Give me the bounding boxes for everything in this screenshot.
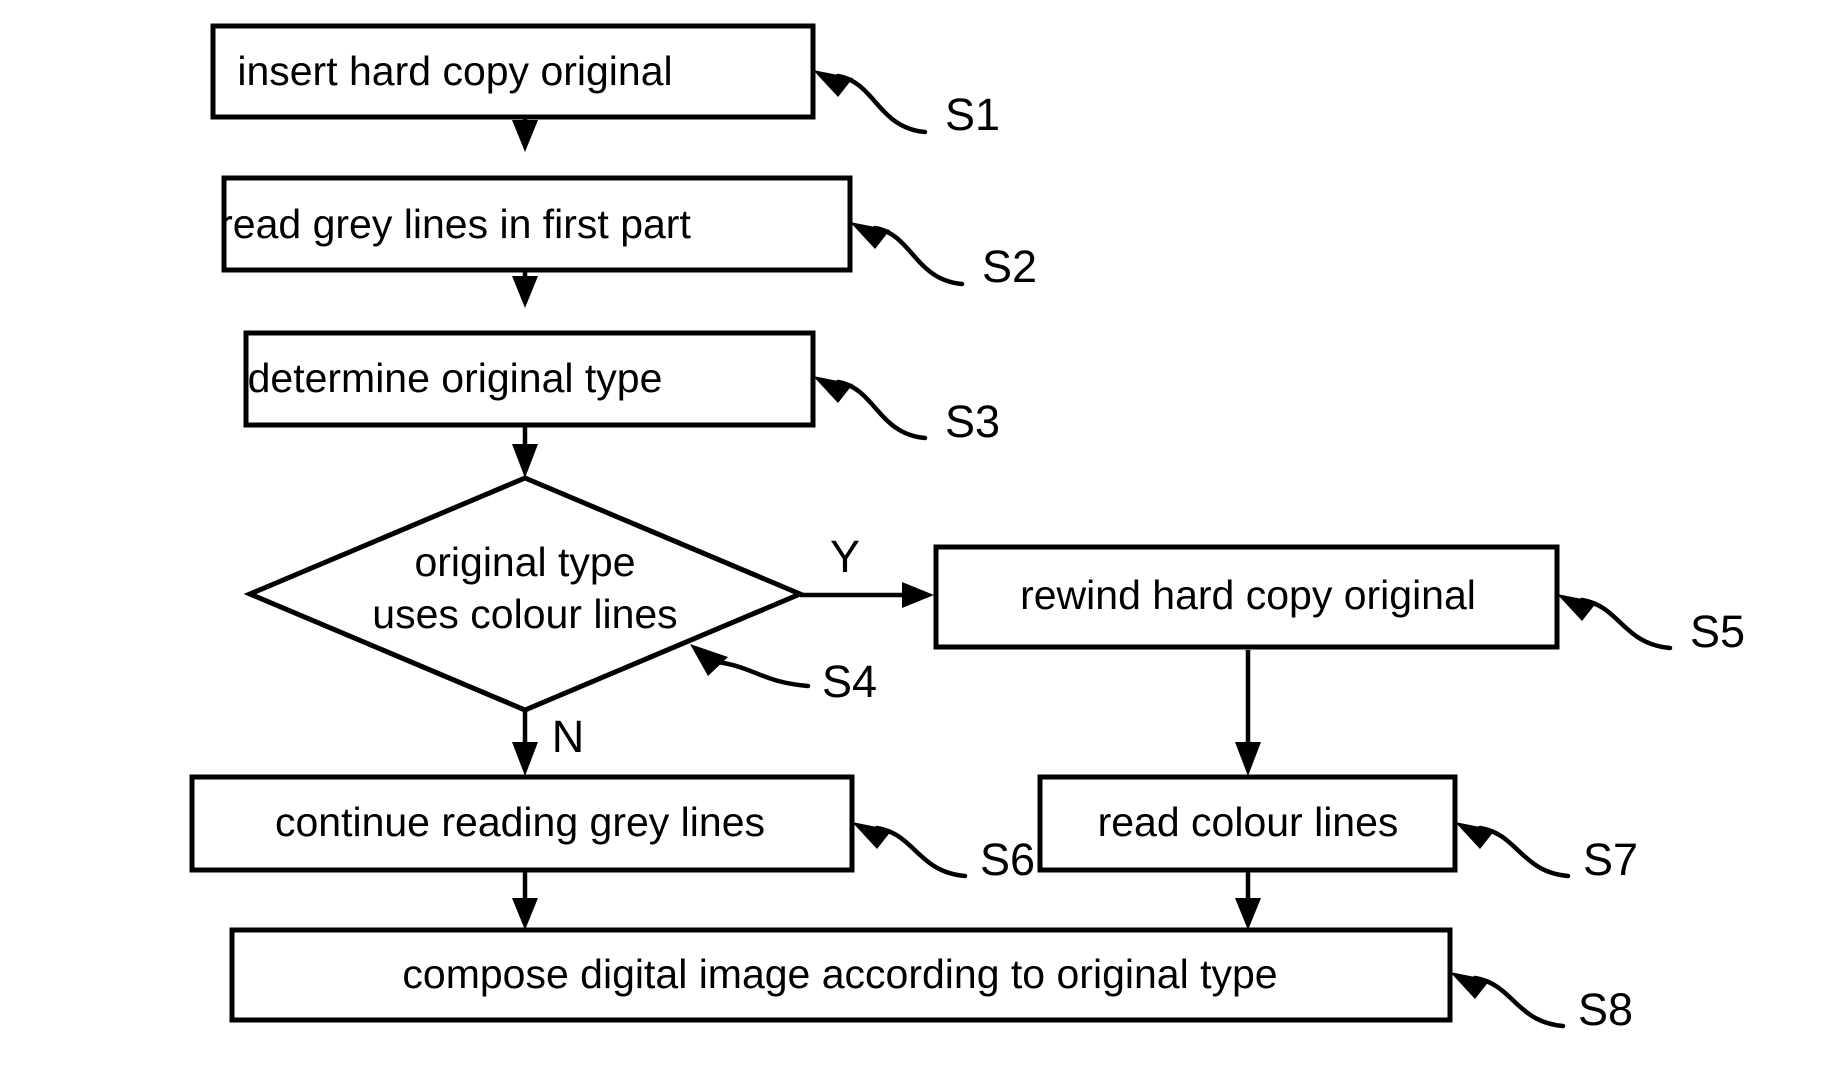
edge-s6-s8: [512, 870, 538, 930]
leader-s8: S8: [1450, 972, 1633, 1035]
flowchart-canvas: insert hard copy original read grey line…: [0, 0, 1826, 1082]
node-s3[interactable]: determine original type: [243, 330, 816, 428]
leader-s5: S5: [1557, 594, 1745, 657]
edge-s5-s7: [1235, 650, 1261, 776]
edge-s3-s4: [512, 425, 538, 478]
leader-s7: S7: [1455, 822, 1638, 885]
edge-s2-s3: [512, 270, 538, 308]
flowchart-svg: insert hard copy original read grey line…: [189, 23, 1745, 1035]
step-label-s3: S3: [945, 396, 1000, 447]
step-label-s7: S7: [1583, 834, 1638, 885]
node-s1-label: insert hard copy original: [237, 48, 672, 94]
step-label-s5: S5: [1690, 606, 1745, 657]
node-s4-label-line2: uses colour lines: [372, 591, 677, 637]
step-label-s4: S4: [822, 656, 877, 707]
node-s6[interactable]: continue reading grey lines: [189, 774, 855, 873]
leader-s1: S1: [813, 70, 1000, 140]
node-s5-label: rewind hard copy original: [1020, 572, 1476, 618]
node-s2-label: read grey lines in first part: [219, 201, 691, 247]
node-s1[interactable]: insert hard copy original: [210, 23, 816, 120]
edge-s4-s5: [800, 582, 934, 608]
leader-s4: S4: [690, 644, 877, 707]
edge-s4-s6: [512, 710, 538, 776]
node-s5[interactable]: rewind hard copy original: [933, 544, 1560, 650]
node-s4[interactable]: original type uses colour lines: [243, 475, 807, 713]
leader-s3: S3: [813, 376, 1000, 447]
node-s8-label: compose digital image according to origi…: [402, 951, 1277, 997]
branch-label-yes: Y: [830, 531, 860, 582]
edge-s1-s2: [512, 117, 538, 152]
leader-s6: S6: [852, 822, 1035, 885]
node-s7-label: read colour lines: [1098, 799, 1399, 845]
edge-s7-s8: [1235, 870, 1261, 930]
step-label-s1: S1: [945, 89, 1000, 140]
step-label-s6: S6: [980, 834, 1035, 885]
step-label-s8: S8: [1578, 984, 1633, 1035]
step-label-s2: S2: [982, 241, 1037, 292]
node-s8[interactable]: compose digital image according to origi…: [229, 927, 1453, 1023]
leader-s2: S2: [850, 222, 1037, 292]
node-s4-label-line1: original type: [414, 539, 635, 585]
branch-label-no: N: [552, 711, 585, 762]
node-s7[interactable]: read colour lines: [1037, 774, 1458, 873]
node-s2[interactable]: read grey lines in first part: [219, 175, 853, 273]
node-s3-label: determine original type: [248, 355, 663, 401]
node-s6-label: continue reading grey lines: [275, 799, 765, 845]
